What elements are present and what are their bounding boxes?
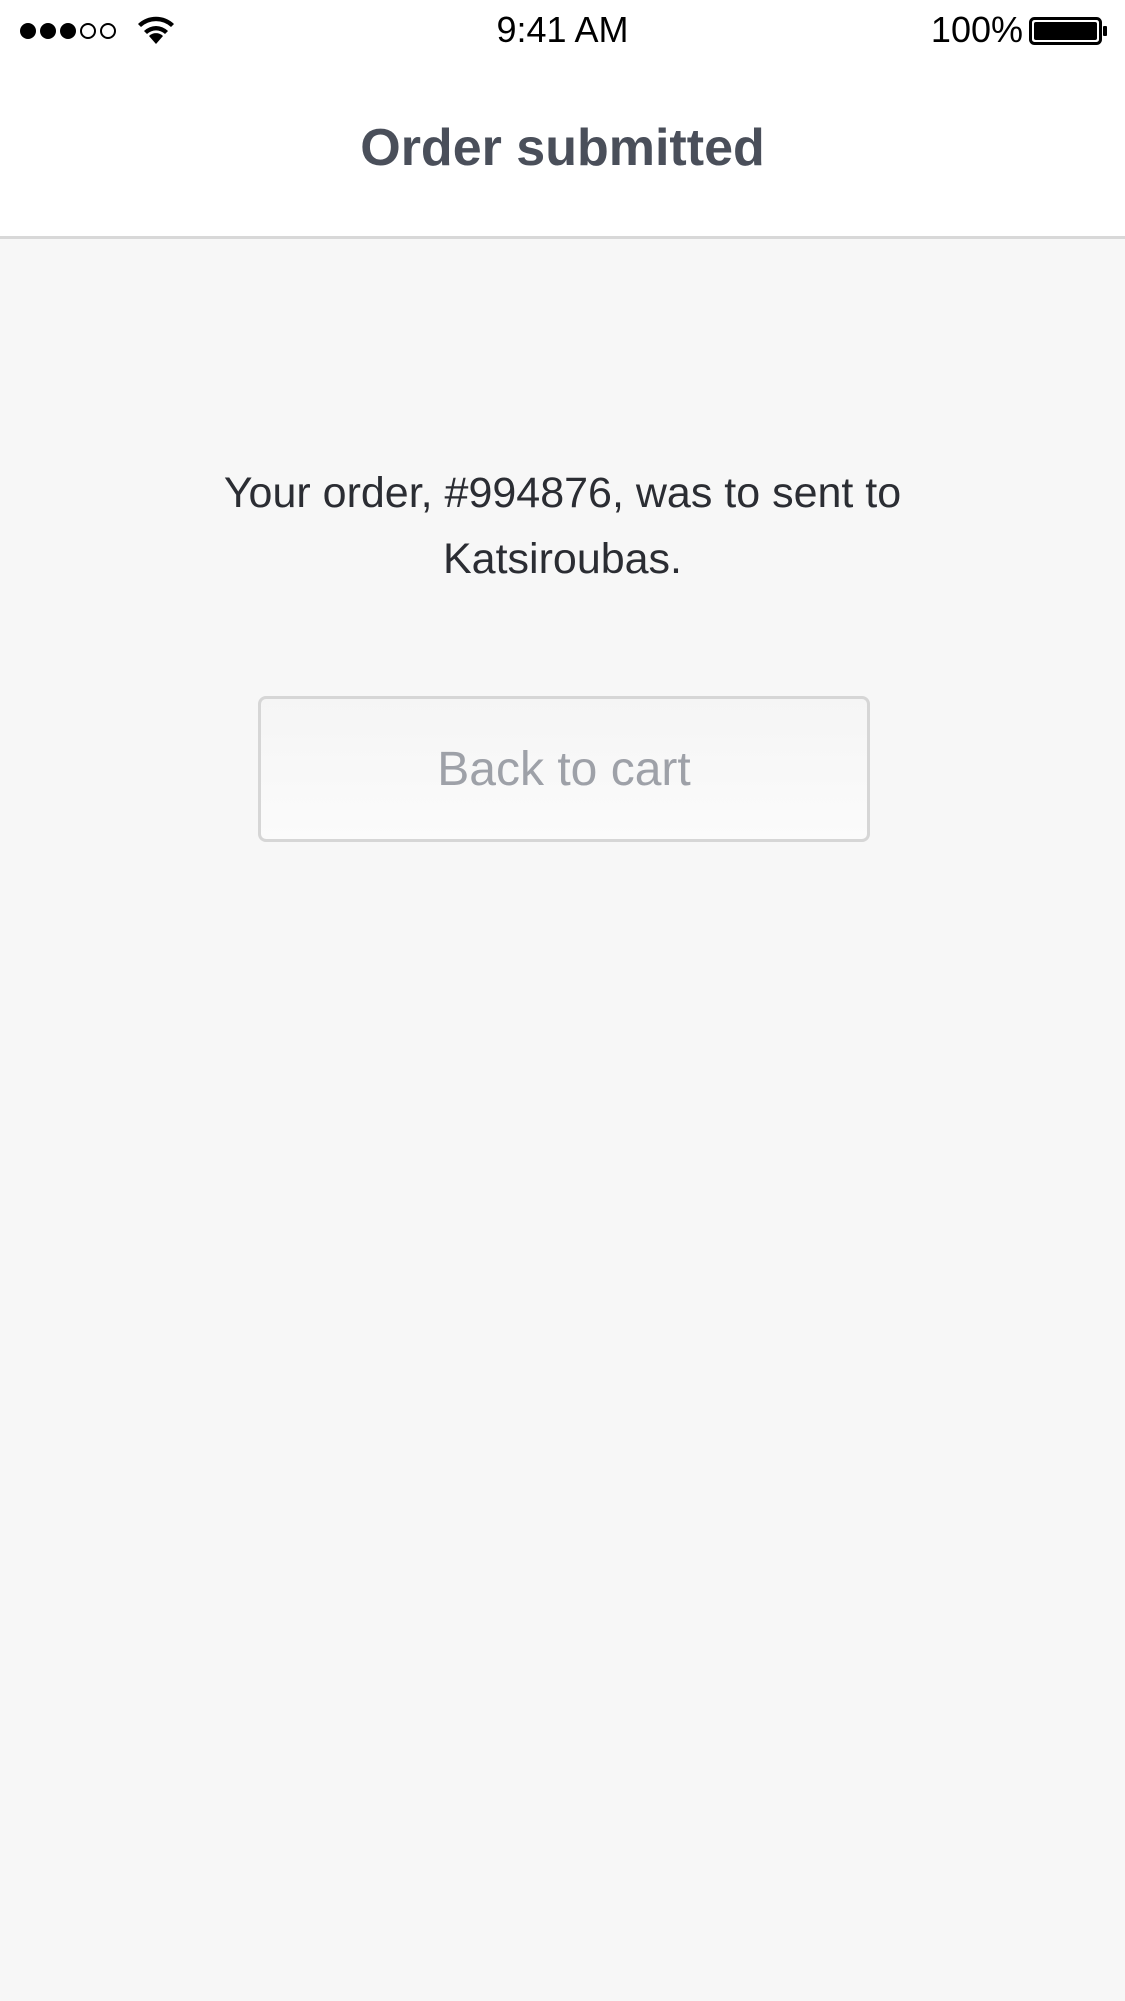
order-confirmation-message: Your order, #994876, was to sent to Kats… [223, 469, 902, 583]
navigation-bar: Order submitted [0, 64, 1125, 239]
main-content: Your order, #994876, was to sent to Kats… [0, 239, 1125, 2001]
back-to-cart-button[interactable]: Back to cart [258, 696, 870, 842]
status-bar: 9:41 AM 100% [0, 0, 1125, 64]
battery-icon [1029, 17, 1107, 45]
page-title: Order submitted [360, 119, 765, 177]
battery-percentage: 100% [930, 9, 1023, 50]
